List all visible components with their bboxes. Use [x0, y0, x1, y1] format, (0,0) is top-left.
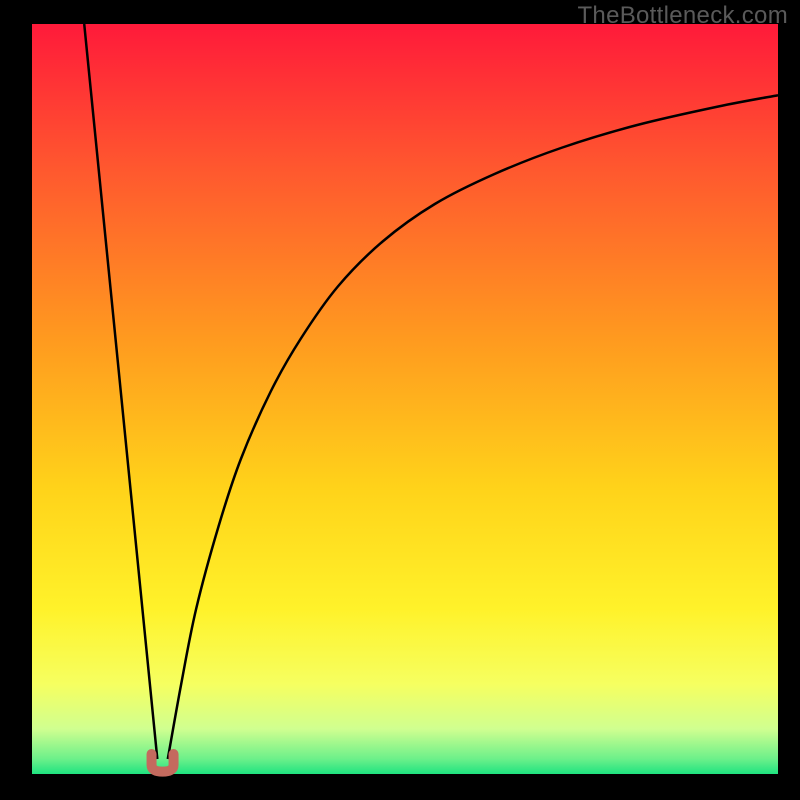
watermark-text: TheBottleneck.com	[577, 2, 788, 30]
chart-frame: TheBottleneck.com	[0, 0, 800, 800]
bottleneck-chart	[0, 0, 800, 800]
plot-area	[32, 24, 778, 774]
